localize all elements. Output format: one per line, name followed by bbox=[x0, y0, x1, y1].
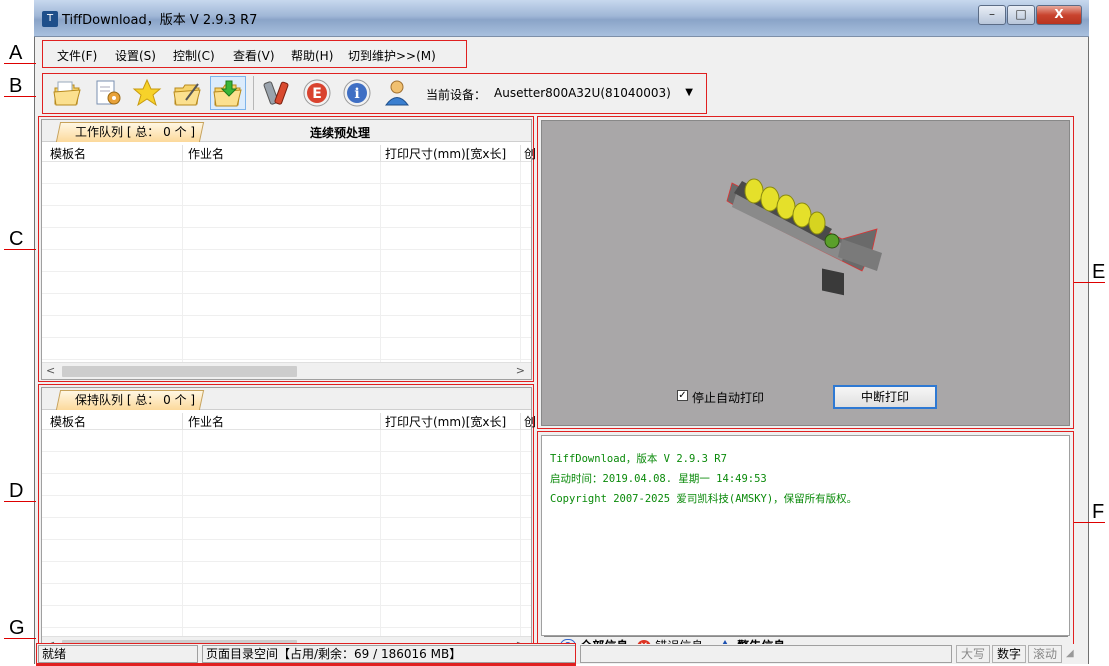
annotation-line-c bbox=[4, 249, 36, 250]
annotation-line-b bbox=[4, 96, 36, 97]
scroll-right-icon[interactable]: > bbox=[516, 363, 525, 379]
menu-switch-maintenance[interactable]: 切到维护>>(M) bbox=[348, 47, 436, 64]
user-icon[interactable] bbox=[382, 78, 412, 108]
minimize-button[interactable]: – bbox=[978, 5, 1006, 25]
work-queue-hscrollbar[interactable]: < > bbox=[42, 362, 531, 379]
tab-hold-queue[interactable]: 保持队列 [ 总： 0 个 ] bbox=[55, 390, 205, 410]
printer-drum-icon bbox=[726, 178, 882, 296]
scroll-left-icon[interactable]: < bbox=[46, 363, 55, 379]
toolbar-separator bbox=[253, 76, 254, 110]
annotation-label-d: D bbox=[9, 480, 24, 502]
stop-auto-print-checkbox[interactable]: ✓ 停止自动打印 bbox=[677, 389, 764, 406]
status-empty-pane bbox=[580, 645, 952, 663]
log-line: Copyright 2007-2025 爱司凯科技(AMSKY)，保留所有版权。 bbox=[550, 493, 858, 505]
work-queue-panel: 工作队列 [ 总： 0 个 ] 连续预处理 模板名 作业名 打印尺寸(mm)[宽… bbox=[41, 119, 536, 380]
chevron-down-icon: ▼ bbox=[685, 87, 693, 98]
menu-view[interactable]: 查看(V) bbox=[233, 47, 275, 64]
menu-control[interactable]: 控制(C) bbox=[173, 47, 215, 64]
annotation-label-f: F bbox=[1092, 501, 1105, 523]
current-device-label: 当前设备： bbox=[426, 88, 487, 102]
annotation-label-a: A bbox=[9, 42, 23, 64]
annotation-line-e bbox=[1073, 282, 1105, 283]
hold-queue-header: 模板名 作业名 打印尺寸(mm)[宽x长] 创 bbox=[42, 410, 536, 433]
log-panel[interactable]: TiffDownload，版本 V 2.9.3 R7 启动时间：2019.04.… bbox=[541, 435, 1070, 636]
log-line: TiffDownload，版本 V 2.9.3 R7 bbox=[550, 453, 727, 465]
device-select[interactable]: Ausetter800A32U(81040003) ▼ bbox=[488, 80, 702, 104]
resize-grip-icon[interactable]: ◢ bbox=[1066, 648, 1074, 659]
column-created[interactable]: 创 bbox=[524, 145, 536, 162]
column-print-size[interactable]: 打印尺寸(mm)[宽x长] bbox=[385, 145, 506, 162]
device-select-value: Ausetter800A32U(81040003) bbox=[494, 86, 671, 100]
work-queue-tabbar: 工作队列 [ 总： 0 个 ] 连续预处理 bbox=[42, 120, 531, 142]
tab-work-queue[interactable]: 工作队列 [ 总： 0 个 ] bbox=[55, 122, 205, 142]
stop-auto-print-label: 停止自动打印 bbox=[692, 391, 765, 405]
scroll-thumb[interactable] bbox=[62, 366, 297, 377]
work-queue-header: 模板名 作业名 打印尺寸(mm)[宽x长] 创 bbox=[42, 142, 536, 165]
e-icon[interactable]: E bbox=[302, 78, 332, 108]
maximize-button[interactable]: □ bbox=[1007, 5, 1035, 25]
folder-edit-icon[interactable] bbox=[172, 78, 202, 108]
window-title: TiffDownload，版本 V 2.9.3 R7 bbox=[62, 13, 258, 28]
close-button[interactable]: X bbox=[1036, 5, 1082, 25]
folder-download-icon[interactable] bbox=[210, 76, 246, 110]
column-template-name[interactable]: 模板名 bbox=[50, 145, 86, 162]
hold-queue-grid[interactable] bbox=[42, 430, 531, 636]
annotation-line-g bbox=[4, 638, 36, 639]
status-highlight-box bbox=[36, 643, 576, 664]
column-created[interactable]: 创 bbox=[524, 413, 536, 430]
tiff-app-icon: T bbox=[42, 11, 58, 27]
menu-file[interactable]: 文件(F) bbox=[57, 47, 97, 64]
status-caps: 大写 bbox=[956, 645, 990, 663]
tools-icon[interactable] bbox=[262, 78, 292, 108]
annotation-label-e: E bbox=[1092, 261, 1106, 283]
menu-help[interactable]: 帮助(H) bbox=[291, 47, 333, 64]
log-line: 启动时间：2019.04.08. 星期一 14:49:53 bbox=[550, 473, 767, 485]
status-scroll: 滚动 bbox=[1028, 645, 1062, 663]
annotation-label-g: G bbox=[9, 617, 25, 639]
continuous-preprocess-label: 连续预处理 bbox=[310, 126, 371, 140]
star-icon[interactable] bbox=[132, 78, 162, 108]
hold-queue-tabbar: 保持队列 [ 总： 0 个 ] bbox=[42, 388, 531, 410]
column-job-name[interactable]: 作业名 bbox=[188, 145, 224, 162]
info-icon[interactable]: i bbox=[342, 78, 372, 108]
device-preview-panel bbox=[541, 120, 1070, 426]
annotation-label-c: C bbox=[9, 228, 24, 250]
annotation-line-a bbox=[4, 63, 36, 64]
document-settings-icon[interactable] bbox=[92, 78, 122, 108]
checkbox-check-icon[interactable]: ✓ bbox=[677, 390, 688, 401]
status-num: 数字 bbox=[992, 645, 1026, 663]
annotation-label-b: B bbox=[9, 75, 23, 97]
column-job-name[interactable]: 作业名 bbox=[188, 413, 224, 430]
annotation-line-d bbox=[4, 501, 36, 502]
svg-text:E: E bbox=[312, 86, 322, 102]
work-queue-grid[interactable] bbox=[42, 162, 531, 362]
annotation-line-f bbox=[1073, 522, 1105, 523]
column-template-name[interactable]: 模板名 bbox=[50, 413, 86, 430]
hold-queue-panel: 保持队列 [ 总： 0 个 ] 模板名 作业名 打印尺寸(mm)[宽x长] 创 … bbox=[41, 387, 536, 654]
open-folder-icon[interactable] bbox=[52, 78, 82, 108]
svg-text:i: i bbox=[354, 86, 359, 102]
column-print-size[interactable]: 打印尺寸(mm)[宽x长] bbox=[385, 413, 506, 430]
menu-settings[interactable]: 设置(S) bbox=[115, 47, 156, 64]
abort-print-button[interactable]: 中断打印 bbox=[833, 385, 937, 409]
